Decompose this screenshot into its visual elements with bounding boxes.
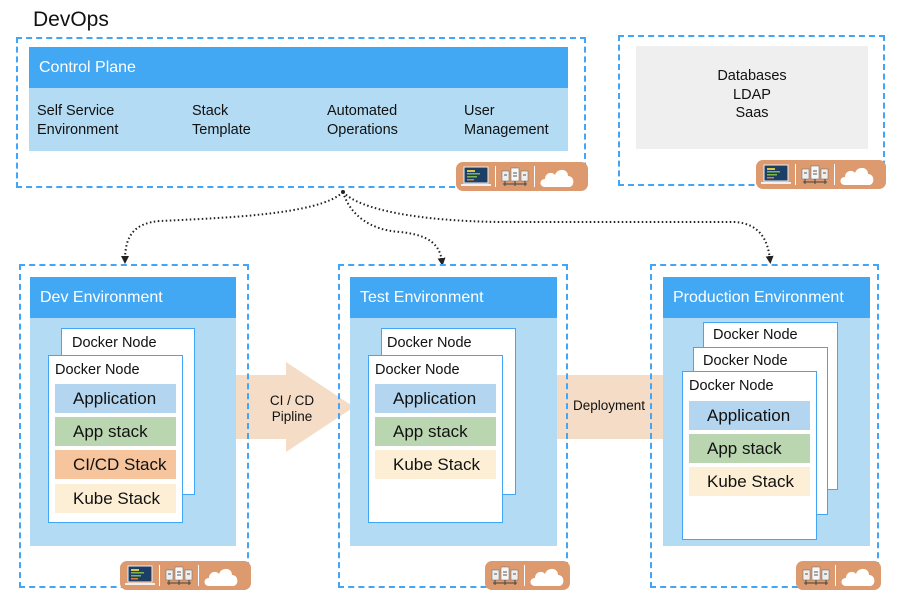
deployment-label: Deployment [572, 398, 646, 413]
docker-node-label: Docker Node [387, 335, 472, 351]
server-network-icon [802, 566, 830, 585]
control-plane-toolbar [456, 162, 588, 191]
layer-cicd-stack: CI/CD Stack [55, 450, 176, 479]
server-network-icon [491, 566, 519, 585]
layer-application: Application [689, 401, 810, 430]
test-environment-header: Test Environment [350, 277, 557, 318]
laptop-code-icon [761, 164, 791, 184]
docker-node-label: Docker Node [55, 362, 140, 378]
laptop-code-icon [125, 565, 155, 585]
test-docker-node-front: Docker Node Application App stack Kube S… [368, 355, 503, 523]
layer-kube-stack: Kube Stack [375, 450, 496, 479]
dev-environment-title: Dev Environment [40, 288, 163, 306]
layer-app-stack: App stack [375, 417, 496, 446]
toolbar-divider [198, 565, 199, 586]
toolbar-divider [159, 565, 160, 586]
toolbar-divider [834, 164, 835, 185]
toolbar-divider [795, 164, 796, 185]
layer-kube-stack: Kube Stack [55, 484, 176, 513]
prod-environment-title: Production Environment [673, 288, 844, 306]
server-network-icon [165, 566, 193, 585]
cloud-icon [204, 568, 238, 586]
server-network-icon [501, 167, 529, 186]
arrow-to-dev [121, 191, 344, 264]
cloud-icon [540, 169, 574, 187]
cicd-pipeline-label: CI / CD Pipline [250, 393, 334, 425]
toolbar-divider [495, 166, 496, 187]
cicd-line: Pipline [271, 409, 313, 424]
server-network-icon [801, 165, 829, 184]
arrow-to-prod [342, 191, 774, 264]
layer-app-stack: App stack [55, 417, 176, 446]
laptop-code-icon [461, 166, 491, 186]
cloud-icon [530, 568, 564, 586]
external-services-toolbar [756, 160, 886, 189]
docker-node-label: Docker Node [375, 362, 460, 378]
layer-application: Application [55, 384, 176, 413]
test-environment-title: Test Environment [360, 288, 484, 306]
docker-node-label: Docker Node [72, 335, 157, 351]
layer-kube-stack: Kube Stack [689, 467, 810, 496]
layer-app-stack: App stack [689, 434, 810, 463]
docker-node-label: Docker Node [689, 378, 774, 394]
prod-environment-header: Production Environment [663, 277, 870, 318]
cloud-icon [841, 568, 875, 586]
docker-node-label: Docker Node [713, 327, 798, 343]
toolbar-divider [835, 565, 836, 586]
prod-environment-toolbar [796, 561, 881, 590]
dev-docker-node-front: Docker Node Application App stack CI/CD … [48, 355, 183, 523]
toolbar-divider [524, 565, 525, 586]
arrow-to-test [342, 191, 446, 266]
toolbar-divider [534, 166, 535, 187]
test-environment-toolbar [485, 561, 570, 590]
dev-environment-toolbar [120, 561, 251, 590]
cicd-line: CI / CD [269, 393, 315, 408]
docker-node-label: Docker Node [703, 353, 788, 369]
prod-docker-node-front: Docker Node Application App stack Kube S… [682, 371, 817, 540]
dev-environment-header: Dev Environment [30, 277, 236, 318]
layer-application: Application [375, 384, 496, 413]
cloud-icon [840, 167, 874, 185]
